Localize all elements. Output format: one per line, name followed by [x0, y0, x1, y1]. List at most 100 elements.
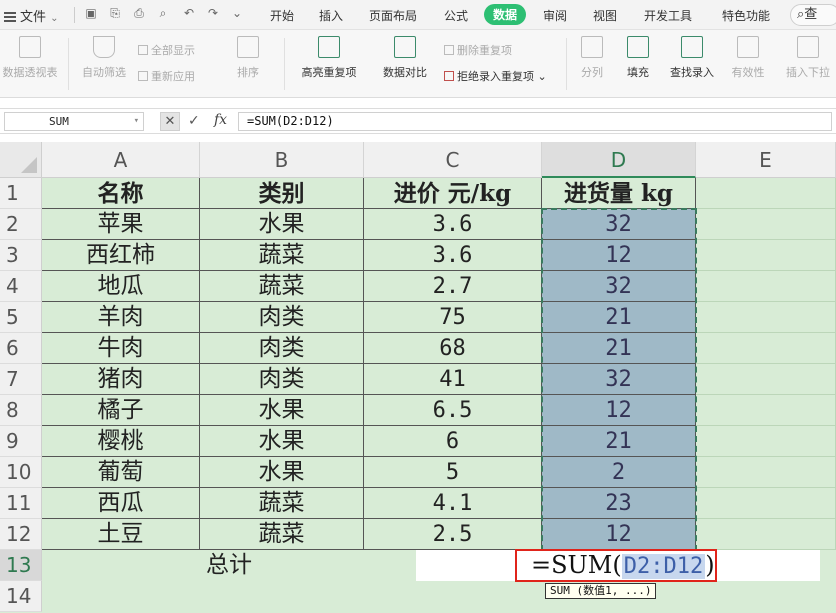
table-cell[interactable]: 水果 [200, 395, 364, 426]
table-cell[interactable]: 3.6 [364, 240, 542, 271]
table-cell[interactable]: 6.5 [364, 395, 542, 426]
table-cell[interactable]: 水果 [200, 426, 364, 457]
file-menu[interactable]: 文件 ⌄ [4, 6, 59, 25]
column-header-e[interactable]: E [696, 142, 836, 178]
table-cell[interactable] [696, 426, 836, 457]
row-header-13[interactable]: 13 [0, 550, 42, 581]
table-cell[interactable]: 12 [542, 519, 696, 550]
check-icon[interactable]: ✓ [188, 113, 200, 129]
insert-function-icon[interactable]: fx [214, 112, 227, 128]
column-header-b[interactable]: B [200, 142, 364, 178]
table-cell[interactable]: 2 [542, 457, 696, 488]
row-header-14[interactable]: 14 [0, 581, 42, 612]
highlight-duplicates-button[interactable]: 高亮重复项 [294, 36, 364, 80]
table-cell[interactable]: 68 [364, 333, 542, 364]
tab-formulas[interactable]: 公式 [444, 7, 468, 24]
table-cell[interactable] [696, 364, 836, 395]
active-cell-editor[interactable]: =SUM(D2:D12) [515, 549, 717, 582]
table-cell[interactable]: 32 [542, 209, 696, 240]
print-preview-icon[interactable]: ⌕ [156, 6, 170, 20]
search-box[interactable]: ⌕查 [790, 4, 836, 26]
tab-review[interactable]: 审阅 [543, 7, 567, 24]
table-cell[interactable] [696, 395, 836, 426]
table-cell[interactable]: 12 [542, 240, 696, 271]
table-cell[interactable]: 肉类 [200, 302, 364, 333]
table-cell[interactable]: 猪肉 [42, 364, 200, 395]
table-cell[interactable] [696, 519, 836, 550]
table-cell[interactable]: 西瓜 [42, 488, 200, 519]
tab-developer[interactable]: 开发工具 [644, 7, 692, 24]
save-icon[interactable]: ▣ [84, 6, 98, 20]
table-cell[interactable]: 水果 [200, 209, 364, 240]
table-cell[interactable]: 羊肉 [42, 302, 200, 333]
customize-dropdown-icon[interactable]: ⌄ [230, 6, 244, 20]
table-cell[interactable] [696, 457, 836, 488]
table-cell[interactable] [696, 240, 836, 271]
tab-view[interactable]: 视图 [593, 7, 617, 24]
row-header-8[interactable]: 8 [0, 395, 42, 426]
table-cell[interactable] [696, 178, 836, 209]
column-header-c[interactable]: C [364, 142, 542, 178]
row-header-5[interactable]: 5 [0, 302, 42, 333]
table-cell[interactable]: 75 [364, 302, 542, 333]
table-cell[interactable]: 32 [542, 271, 696, 302]
table-cell[interactable]: 西红柿 [42, 240, 200, 271]
autofilter-button[interactable]: 自动筛选 [78, 36, 130, 80]
spreadsheet-grid[interactable]: A B C D E 1 2 3 4 5 6 7 8 9 10 11 12 13 14 名称 类别 进价 元/kg 进货量 k… [0, 142, 836, 613]
print-icon[interactable]: ⎙ [132, 6, 146, 20]
undo-icon[interactable]: ↶ [182, 6, 196, 20]
table-cell[interactable]: 蔬菜 [200, 519, 364, 550]
delete-duplicates-button[interactable]: 删除重复项 [444, 42, 512, 58]
insert-dropdown-button[interactable]: 插入下拉 [780, 36, 836, 80]
row-header-6[interactable]: 6 [0, 333, 42, 364]
row-header-7[interactable]: 7 [0, 364, 42, 395]
table-cell[interactable]: 葡萄 [42, 457, 200, 488]
lookup-entry-button[interactable]: 查找录入 [664, 36, 720, 80]
data-compare-button[interactable]: 数据对比 [374, 36, 436, 80]
table-cell[interactable]: 4.1 [364, 488, 542, 519]
tab-page-layout[interactable]: 页面布局 [369, 7, 417, 24]
row-header-9[interactable]: 9 [0, 426, 42, 457]
formula-input[interactable]: =SUM(D2:D12) [238, 112, 832, 131]
row-header-3[interactable]: 3 [0, 240, 42, 271]
redo-icon[interactable]: ↷ [206, 6, 220, 20]
table-cell[interactable] [696, 209, 836, 240]
table-cell[interactable]: 苹果 [42, 209, 200, 240]
table-cell[interactable]: 41 [364, 364, 542, 395]
table-cell[interactable]: 21 [542, 333, 696, 364]
reject-duplicates-button[interactable]: 拒绝录入重复项 ⌄ [444, 68, 547, 84]
table-cell[interactable]: 橘子 [42, 395, 200, 426]
chevron-down-icon[interactable]: ▾ [134, 113, 139, 130]
table-cell[interactable]: 21 [542, 302, 696, 333]
table-cell[interactable]: 牛肉 [42, 333, 200, 364]
table-cell[interactable]: 5 [364, 457, 542, 488]
row-header-12[interactable]: 12 [0, 519, 42, 550]
row-header-4[interactable]: 4 [0, 271, 42, 302]
header-cell[interactable]: 进货量 kg [542, 178, 696, 209]
column-header-a[interactable]: A [42, 142, 200, 178]
sort-button[interactable]: 排序 [218, 36, 278, 80]
table-cell[interactable] [696, 302, 836, 333]
table-cell[interactable]: 2.5 [364, 519, 542, 550]
tab-special-features[interactable]: 特色功能 [722, 7, 770, 24]
table-cell[interactable] [696, 333, 836, 364]
table-cell[interactable]: 32 [542, 364, 696, 395]
reapply-button[interactable]: 重新应用 [138, 68, 195, 84]
show-all-button[interactable]: 全部显示 [138, 42, 195, 58]
table-cell[interactable]: 2.7 [364, 271, 542, 302]
header-cell[interactable]: 类别 [200, 178, 364, 209]
table-cell[interactable]: 肉类 [200, 333, 364, 364]
table-cell[interactable]: 12 [542, 395, 696, 426]
table-cell[interactable]: 23 [542, 488, 696, 519]
row-header-10[interactable]: 10 [0, 457, 42, 488]
table-cell[interactable]: 地瓜 [42, 271, 200, 302]
name-box[interactable]: SUM ▾ [4, 112, 144, 131]
row-header-2[interactable]: 2 [0, 209, 42, 240]
table-cell[interactable]: 水果 [200, 457, 364, 488]
pivot-table-button[interactable]: 数据透视表 [0, 36, 60, 80]
fill-button[interactable]: 填充 [618, 36, 658, 80]
table-cell[interactable]: 肉类 [200, 364, 364, 395]
validity-button[interactable]: 有效性 [724, 36, 772, 80]
tab-data[interactable]: 数据 [484, 4, 527, 25]
table-cell[interactable]: 樱桃 [42, 426, 200, 457]
